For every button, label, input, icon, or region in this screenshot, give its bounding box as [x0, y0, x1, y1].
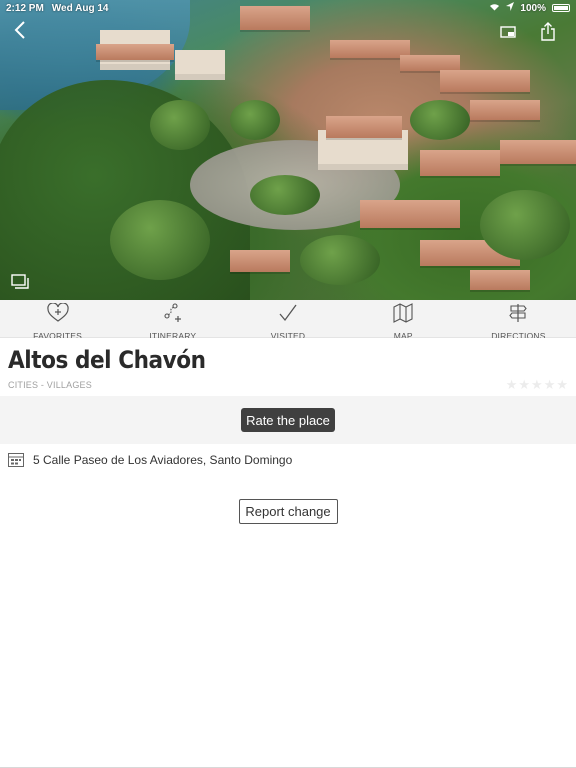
- tree: [230, 100, 280, 140]
- tree: [250, 175, 320, 215]
- status-date: Wed Aug 14: [51, 2, 109, 14]
- building-roof: [500, 140, 576, 164]
- itinerary-icon: [162, 303, 184, 328]
- church-roof: [326, 116, 402, 138]
- tree: [410, 100, 470, 140]
- star-icon: ★: [556, 377, 568, 392]
- rating-stars: ★ ★ ★ ★ ★: [506, 378, 568, 391]
- building-roof: [96, 44, 174, 60]
- building-roof: [420, 150, 500, 176]
- share-icon: [540, 21, 556, 47]
- gallery-button[interactable]: [6, 270, 34, 298]
- building-roof: [440, 70, 530, 92]
- rate-section: Rate the place: [0, 396, 576, 444]
- building: [175, 50, 225, 80]
- building-roof: [470, 270, 530, 290]
- rate-place-button[interactable]: Rate the place: [241, 408, 335, 432]
- location-icon: [506, 2, 515, 14]
- screen-button[interactable]: [494, 20, 522, 48]
- tree: [300, 235, 380, 285]
- building-roof: [400, 55, 460, 71]
- back-button[interactable]: [6, 18, 34, 46]
- status-time: 2:12 PM: [6, 2, 44, 14]
- battery-icon: [552, 4, 570, 12]
- building-roof: [330, 40, 410, 58]
- tree: [150, 100, 210, 150]
- report-section: Report change: [0, 499, 576, 524]
- map-button[interactable]: MAP: [346, 300, 461, 341]
- place-header: Altos del Chavón CITIES - VILLAGES ★ ★ ★…: [0, 338, 576, 396]
- address-row[interactable]: 5 Calle Paseo de Los Aviadores, Santo Do…: [0, 444, 576, 476]
- directions-button[interactable]: DIRECTIONS: [461, 300, 576, 341]
- itinerary-button[interactable]: ITINERARY: [115, 300, 230, 341]
- star-icon: ★: [518, 377, 531, 392]
- checkmark-icon: [277, 303, 299, 328]
- status-bar: 2:12 PM Wed Aug 14 100%: [0, 0, 576, 16]
- back-icon: [13, 20, 27, 45]
- action-bar: FAVORITES ITINERARY VISITED MAP DIRECTIO…: [0, 300, 576, 341]
- visited-button[interactable]: VISITED: [230, 300, 345, 341]
- share-button[interactable]: [534, 20, 562, 48]
- hero-photo: 2:12 PM Wed Aug 14 100%: [0, 0, 576, 300]
- building-roof: [230, 250, 290, 272]
- tree: [480, 190, 570, 260]
- star-icon: ★: [505, 377, 518, 392]
- map-icon: [392, 303, 414, 328]
- address-icon: [8, 453, 24, 467]
- place-title: Altos del Chavón: [8, 346, 206, 374]
- heart-plus-icon: [46, 302, 69, 328]
- screen-icon: [499, 24, 517, 45]
- building-roof: [360, 200, 460, 228]
- building-roof: [470, 100, 540, 120]
- battery-level: 100%: [520, 2, 546, 14]
- address-text: 5 Calle Paseo de Los Aviadores, Santo Do…: [33, 453, 293, 467]
- tree: [110, 200, 210, 280]
- wifi-icon: [489, 2, 500, 14]
- favorites-button[interactable]: FAVORITES: [0, 300, 115, 341]
- signpost-icon: [507, 303, 529, 328]
- star-icon: ★: [531, 377, 543, 392]
- report-change-button[interactable]: Report change: [238, 499, 338, 524]
- place-category: CITIES - VILLAGES: [8, 380, 92, 390]
- star-icon: ★: [543, 377, 556, 392]
- gallery-icon: [11, 273, 29, 295]
